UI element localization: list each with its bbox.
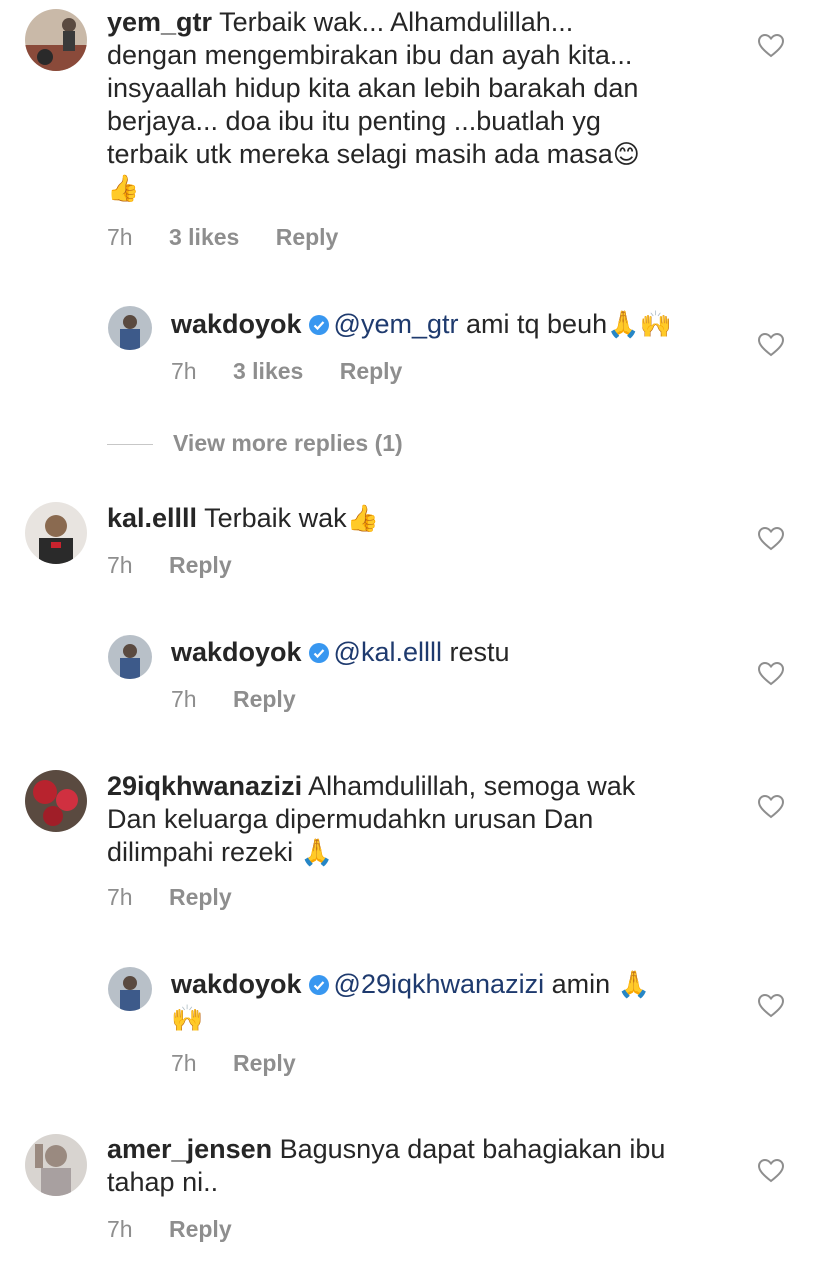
likes-count[interactable]: 3 likes: [233, 358, 303, 384]
comment-time: 7h: [107, 224, 133, 250]
verified-badge-icon: [308, 975, 329, 995]
view-more-label: View more replies (1): [173, 430, 403, 456]
comment-body: 29iqkhwanazizi Alhamdulillah, semoga wak…: [107, 770, 707, 870]
comment-meta: 7h 3 likes Reply: [171, 358, 432, 385]
avatar[interactable]: [25, 770, 87, 832]
reply-button[interactable]: Reply: [276, 224, 339, 250]
thumbs-up-emoji: 👍: [107, 174, 140, 204]
comment-text: dengan mengembirakan ibu dan ayah kita..…: [107, 40, 633, 70]
reply-button[interactable]: Reply: [233, 1050, 296, 1076]
comment-text: insyaallah hidup kita akan lebih barakah…: [107, 73, 639, 103]
avatar[interactable]: [25, 1134, 87, 1196]
comment-body: yem_gtr Terbaik wak... Alhamdulillah... …: [107, 6, 707, 206]
heart-icon[interactable]: [758, 795, 784, 819]
comment-text: restu: [449, 637, 510, 667]
thumbs-up-emoji: 👍: [346, 504, 380, 534]
heart-icon[interactable]: [758, 662, 784, 686]
comment-text: Bagusnya dapat bahagiakan ibu: [279, 1134, 666, 1164]
comment-text: terbaik utk mereka selagi masih ada masa: [107, 139, 613, 169]
mention-link[interactable]: @yem_gtr: [334, 309, 459, 339]
comment-username[interactable]: 29iqkhwanazizi: [107, 771, 302, 801]
comment-username[interactable]: amer_jensen: [107, 1134, 272, 1164]
reply-button[interactable]: Reply: [169, 552, 232, 578]
avatar[interactable]: [25, 502, 87, 564]
comment-body: wakdoyok @29iqkhwanazizi amin 🙏 🙌: [171, 968, 731, 1036]
comment-text: amin: [551, 969, 611, 999]
comment-text: ami tq beuh: [466, 309, 608, 339]
comment-meta: 7h Reply: [107, 884, 262, 911]
comment-meta: 7h 3 likes Reply: [107, 224, 368, 251]
pray-hands-emoji: 🙏: [300, 838, 333, 868]
comment-body: amer_jensen Bagusnya dapat bahagiakan ib…: [107, 1133, 707, 1199]
comment-username[interactable]: wakdoyok: [171, 969, 302, 999]
comment-time: 7h: [171, 686, 197, 712]
comment-time: 7h: [107, 552, 133, 578]
raised-hands-emoji: 🙌: [171, 1004, 204, 1034]
divider-line: [107, 444, 153, 446]
avatar[interactable]: [108, 967, 152, 1011]
comment-text: Dan keluarga dipermudahkn urusan Dan: [107, 804, 594, 834]
comment-meta: 7h Reply: [107, 552, 262, 579]
comment-username[interactable]: wakdoyok: [171, 637, 302, 667]
comment-username[interactable]: yem_gtr: [107, 7, 212, 37]
reply-button[interactable]: Reply: [233, 686, 296, 712]
comment-text: Alhamdulillah, semoga wak: [308, 771, 636, 801]
reply-button[interactable]: Reply: [169, 1216, 232, 1242]
avatar[interactable]: [108, 306, 152, 350]
heart-icon[interactable]: [758, 333, 784, 357]
heart-icon[interactable]: [758, 1159, 784, 1183]
comment-text: berjaya... doa ibu itu penting ...buatla…: [107, 106, 601, 136]
reply-button[interactable]: Reply: [340, 358, 403, 384]
comment-time: 7h: [107, 884, 133, 910]
comment-meta: 7h Reply: [107, 1216, 262, 1243]
pray-hands-emoji: 🙏🙌: [607, 310, 672, 340]
heart-icon[interactable]: [758, 994, 784, 1018]
reply-button[interactable]: Reply: [169, 884, 232, 910]
comment-text: tahap ni..: [107, 1167, 219, 1197]
comment-meta: 7h Reply: [171, 686, 326, 713]
comment-text: dilimpahi rezeki: [107, 837, 294, 867]
mention-link[interactable]: @29iqkhwanazizi: [334, 969, 545, 999]
comment-time: 7h: [171, 358, 197, 384]
likes-count[interactable]: 3 likes: [169, 224, 239, 250]
comment-meta: 7h Reply: [171, 1050, 326, 1077]
comment-username[interactable]: kal.ellll: [107, 503, 197, 533]
comment-time: 7h: [107, 1216, 133, 1242]
avatar[interactable]: [108, 635, 152, 679]
comment-body: wakdoyok @yem_gtr ami tq beuh🙏🙌: [171, 308, 731, 342]
comment-username[interactable]: wakdoyok: [171, 309, 302, 339]
verified-badge-icon: [308, 315, 329, 335]
avatar[interactable]: [25, 9, 87, 71]
mention-link[interactable]: @kal.ellll: [334, 637, 442, 667]
comment-time: 7h: [171, 1050, 197, 1076]
heart-icon[interactable]: [758, 34, 784, 58]
verified-badge-icon: [308, 643, 329, 663]
smile-emoji: 😊: [612, 140, 640, 170]
pray-hands-emoji: 🙏: [617, 970, 650, 1000]
heart-icon[interactable]: [758, 527, 784, 551]
comment-text: Terbaik wak... Alhamdulillah...: [219, 7, 574, 37]
comment-body: kal.ellll Terbaik wak👍: [107, 502, 707, 536]
comment-text: Terbaik wak: [204, 503, 347, 533]
comment-body: wakdoyok @kal.ellll restu: [171, 636, 731, 669]
view-more-replies-button[interactable]: View more replies (1): [107, 430, 403, 457]
